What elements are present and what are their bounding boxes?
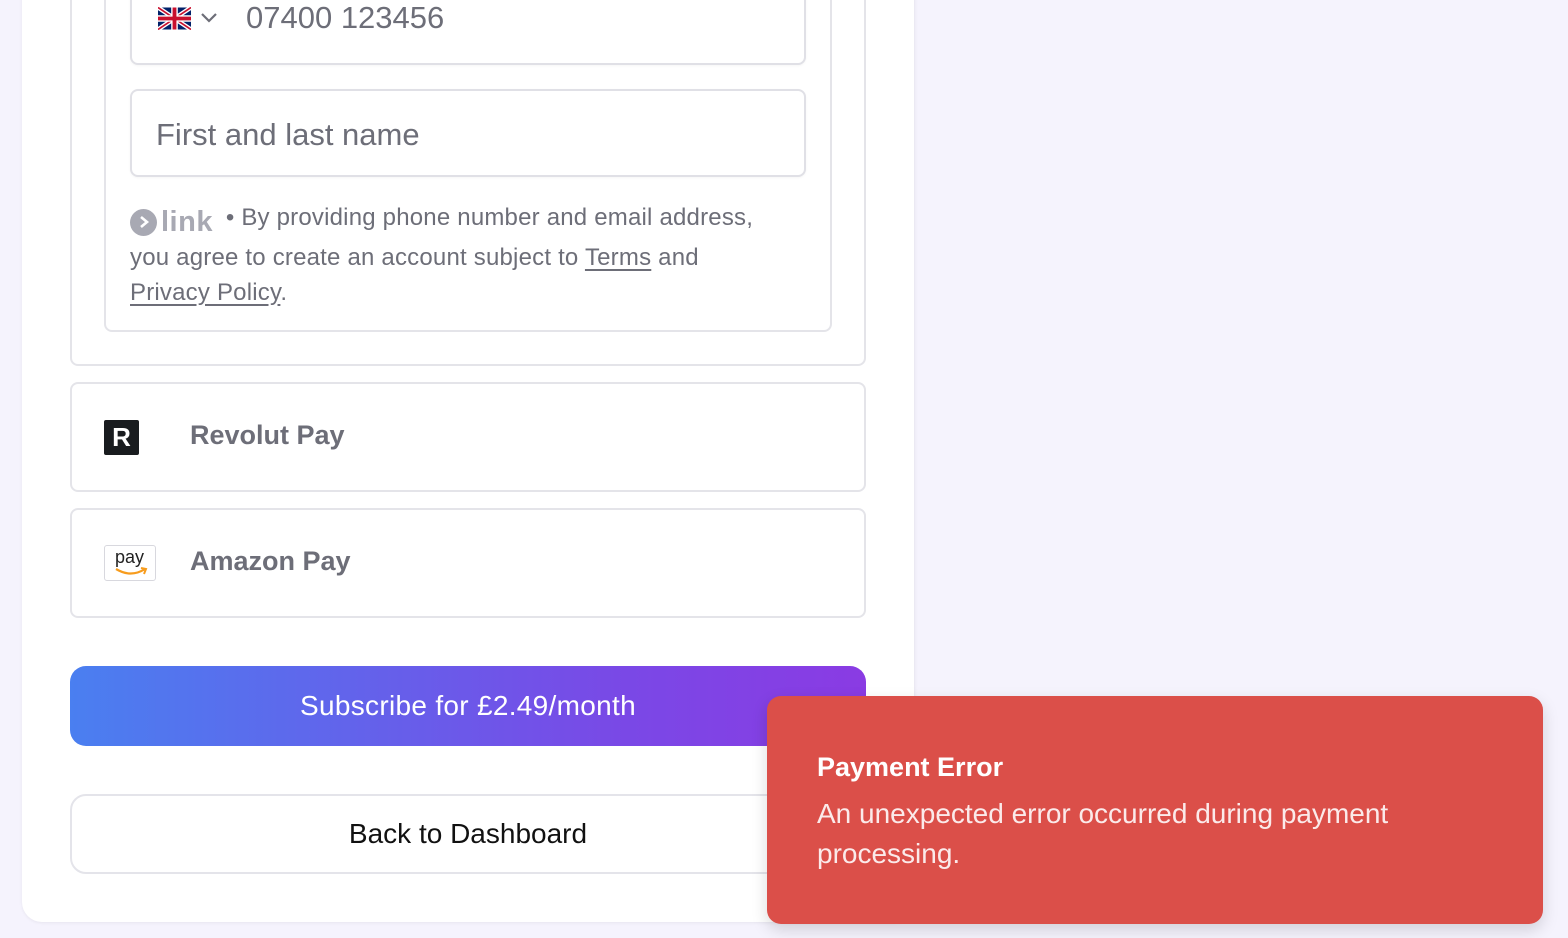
link-arrow-icon	[130, 208, 157, 236]
legal-period: .	[280, 278, 288, 306]
legal-and: and	[658, 243, 699, 271]
privacy-policy-link[interactable]: Privacy Policy	[130, 279, 280, 306]
amazon-pay-icon-text: pay	[115, 547, 145, 567]
revolut-pay-option[interactable]: R Revolut Pay	[70, 382, 866, 492]
terms-link[interactable]: Terms	[585, 244, 651, 271]
back-to-dashboard-button[interactable]: Back to Dashboard	[70, 794, 866, 874]
link-brand-word: link	[161, 205, 213, 238]
uk-flag-icon[interactable]	[158, 7, 191, 30]
revolut-pay-label: Revolut Pay	[190, 420, 345, 450]
payment-error-toast[interactable]: Payment Error An unexpected error occurr…	[767, 696, 1543, 924]
amazon-pay-label: Amazon Pay	[190, 546, 351, 576]
phone-field[interactable]: 07400 123456	[130, 0, 806, 65]
link-logo: link	[130, 205, 213, 240]
revolut-icon: R	[104, 420, 139, 455]
toast-title: Payment Error	[817, 752, 1004, 782]
phone-input-placeholder[interactable]: 07400 123456	[246, 2, 444, 33]
legal-bullet: •	[225, 204, 235, 231]
name-input-placeholder[interactable]: First and last name	[156, 119, 420, 150]
name-input[interactable]: First and last name	[130, 89, 806, 177]
chevron-down-icon[interactable]	[200, 12, 218, 24]
toast-message: An unexpected error occurred during paym…	[817, 798, 1389, 869]
link-legal-text: link • By providing phone number and ema…	[130, 200, 790, 310]
amazon-pay-icon: pay	[104, 545, 156, 581]
subscribe-button[interactable]: Subscribe for £2.49/month	[70, 666, 866, 746]
amazon-pay-option[interactable]: pay Amazon Pay	[70, 508, 866, 618]
